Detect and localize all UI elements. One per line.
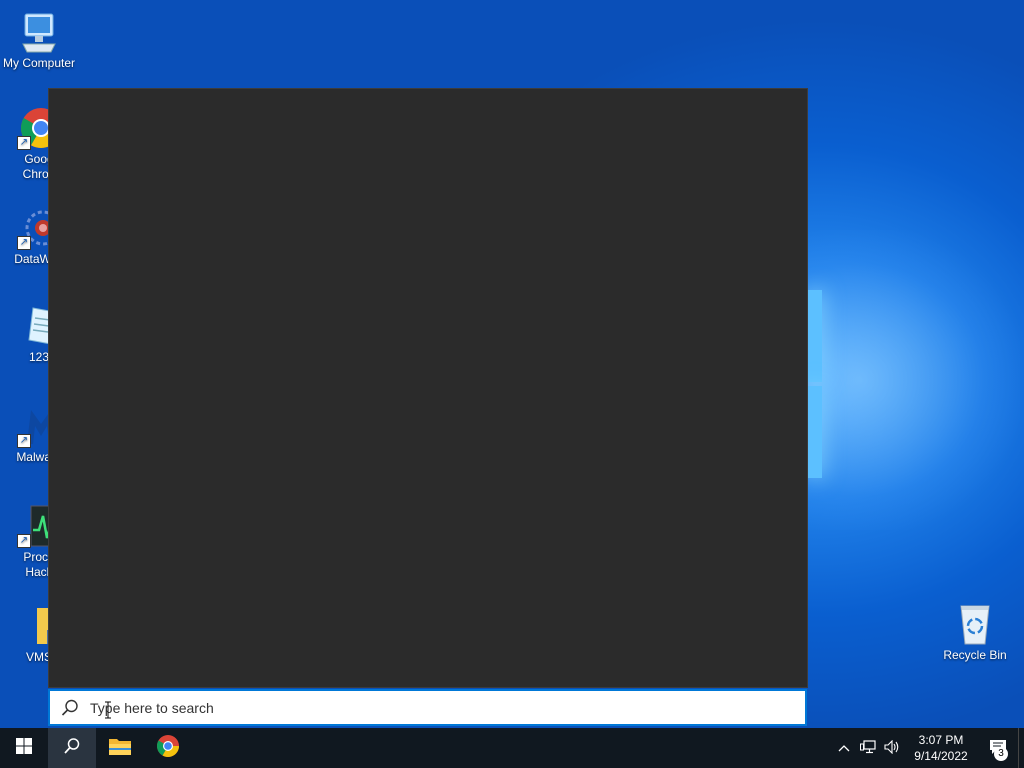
- desktop-icon-recycle-bin[interactable]: Recycle Bin: [936, 602, 1014, 663]
- taskbar-app-google-chrome[interactable]: [144, 728, 192, 768]
- network-icon: [860, 739, 876, 757]
- shortcut-arrow-icon: ↗: [17, 534, 31, 548]
- text-cursor-icon: [104, 700, 112, 720]
- taskbar-app-file-explorer[interactable]: [96, 728, 144, 768]
- chrome-icon: [156, 734, 180, 763]
- search-panel: [48, 88, 808, 688]
- search-box[interactable]: [48, 689, 807, 726]
- show-desktop-button[interactable]: [1018, 728, 1024, 768]
- action-center-button[interactable]: 3: [978, 728, 1018, 768]
- taskbar: 3:07 PM 9/14/2022 3: [0, 728, 1024, 768]
- recycle-bin-icon: [953, 602, 997, 646]
- search-icon: [60, 698, 80, 718]
- windows-logo-pane: [808, 386, 822, 478]
- start-icon: [16, 737, 32, 759]
- show-hidden-icons-button[interactable]: [832, 728, 856, 768]
- system-tray: 3:07 PM 9/14/2022 3: [832, 728, 1024, 768]
- clock-time: 3:07 PM: [918, 733, 964, 747]
- windows-logo-pane: [808, 290, 822, 382]
- desktop-icon-label: Recycle Bin: [943, 648, 1007, 662]
- network-button[interactable]: [856, 728, 880, 768]
- search-input[interactable]: [88, 691, 805, 724]
- desktop-icon-my-computer[interactable]: My Computer: [0, 10, 78, 71]
- search-icon: [63, 737, 81, 760]
- shortcut-arrow-icon: ↗: [17, 136, 31, 150]
- volume-button[interactable]: [880, 728, 904, 768]
- start-button[interactable]: [0, 728, 48, 768]
- chevron-up-icon: [838, 741, 850, 755]
- folder-icon: [108, 736, 132, 761]
- taskbar-search-button[interactable]: [48, 728, 96, 768]
- computer-icon: [17, 10, 61, 54]
- clock-date: 9/14/2022: [914, 749, 968, 763]
- clock[interactable]: 3:07 PM 9/14/2022: [904, 732, 978, 764]
- volume-icon: [884, 739, 900, 757]
- shortcut-arrow-icon: ↗: [17, 434, 31, 448]
- notification-count-badge: 3: [994, 747, 1008, 761]
- desktop-icon-label: My Computer: [2, 56, 76, 70]
- shortcut-arrow-icon: ↗: [17, 236, 31, 250]
